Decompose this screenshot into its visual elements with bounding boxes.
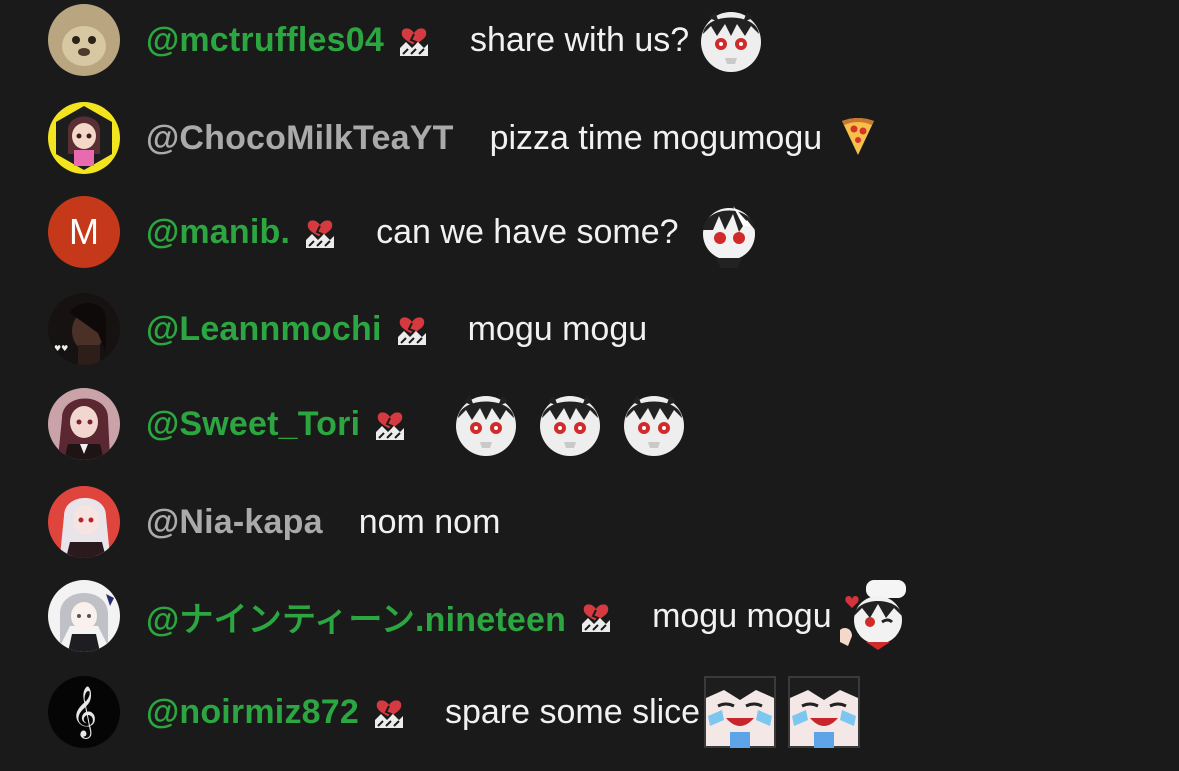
author-name[interactable]: @Leannmochi (146, 310, 382, 349)
message-text: mogu mogu (467, 309, 648, 348)
author-name[interactable]: @Sweet_Tori (146, 405, 360, 444)
chibi-face-emoji-icon (692, 196, 765, 268)
author-name[interactable]: @manib. (146, 213, 290, 252)
chat-message: @Nia-kapa nom nom (48, 486, 500, 558)
message-text: mogu mogu (652, 596, 832, 635)
avatar[interactable] (48, 4, 120, 76)
chibi-skull-emoji-icon (534, 388, 606, 460)
author-name[interactable]: @Nia-kapa (146, 503, 323, 542)
author-name[interactable]: @noirmiz872 (146, 693, 359, 732)
member-badge-icon (369, 692, 409, 732)
avatar[interactable] (48, 580, 120, 652)
author-name[interactable]: @ChocoMilkTeaYT (146, 119, 454, 158)
chibi-chef-emoji-icon (838, 580, 910, 652)
message-text: pizza time mogumogu (489, 118, 823, 157)
message-text: spare some slice (444, 692, 701, 731)
treble-clef-icon: 𝄞 (70, 686, 97, 737)
message-text: can we have some? (376, 212, 679, 251)
message-text: nom nom (358, 502, 501, 541)
member-badge-icon (370, 404, 410, 444)
chibi-crying-emoji-icon (704, 676, 777, 748)
chat-message: @Sweet_Tori (48, 388, 690, 460)
message-text: share with us? (469, 20, 690, 59)
svg-text:♥♥: ♥♥ (54, 344, 68, 353)
avatar[interactable] (48, 102, 120, 174)
avatar[interactable] (48, 486, 120, 558)
chat-message: M @manib. can we have some? (48, 196, 765, 268)
member-badge-icon (392, 309, 432, 349)
chat-message: @ナインティーン.nineteen mogu mogu (48, 580, 910, 652)
chibi-skull-emoji-icon (450, 388, 522, 460)
live-chat-list: @mctruffles04 share with us? @ChocoMilkT… (0, 0, 1179, 771)
member-badge-icon (576, 596, 616, 636)
avatar-letter: M (69, 211, 99, 252)
avatar[interactable] (48, 388, 120, 460)
chibi-skull-emoji-icon (695, 4, 767, 76)
member-badge-icon (394, 20, 434, 60)
avatar[interactable]: 𝄞 (48, 676, 120, 748)
chat-message: @mctruffles04 share with us? (48, 4, 767, 76)
pizza-emoji-icon (836, 113, 880, 164)
avatar[interactable]: M (48, 196, 120, 268)
chat-message: ♥♥ @Leannmochi mogu mogu (48, 293, 647, 365)
chat-message: @ChocoMilkTeaYT pizza time mogumogu (48, 102, 880, 174)
author-name[interactable]: @ナインティーン.nineteen (146, 592, 566, 641)
chibi-skull-emoji-icon (618, 388, 690, 460)
avatar[interactable]: ♥♥ (48, 293, 120, 365)
chibi-crying-emoji-icon (788, 676, 861, 748)
author-name[interactable]: @mctruffles04 (146, 21, 384, 60)
chat-message: 𝄞 @noirmiz872 spare some slice (48, 676, 861, 748)
member-badge-icon (300, 212, 340, 252)
